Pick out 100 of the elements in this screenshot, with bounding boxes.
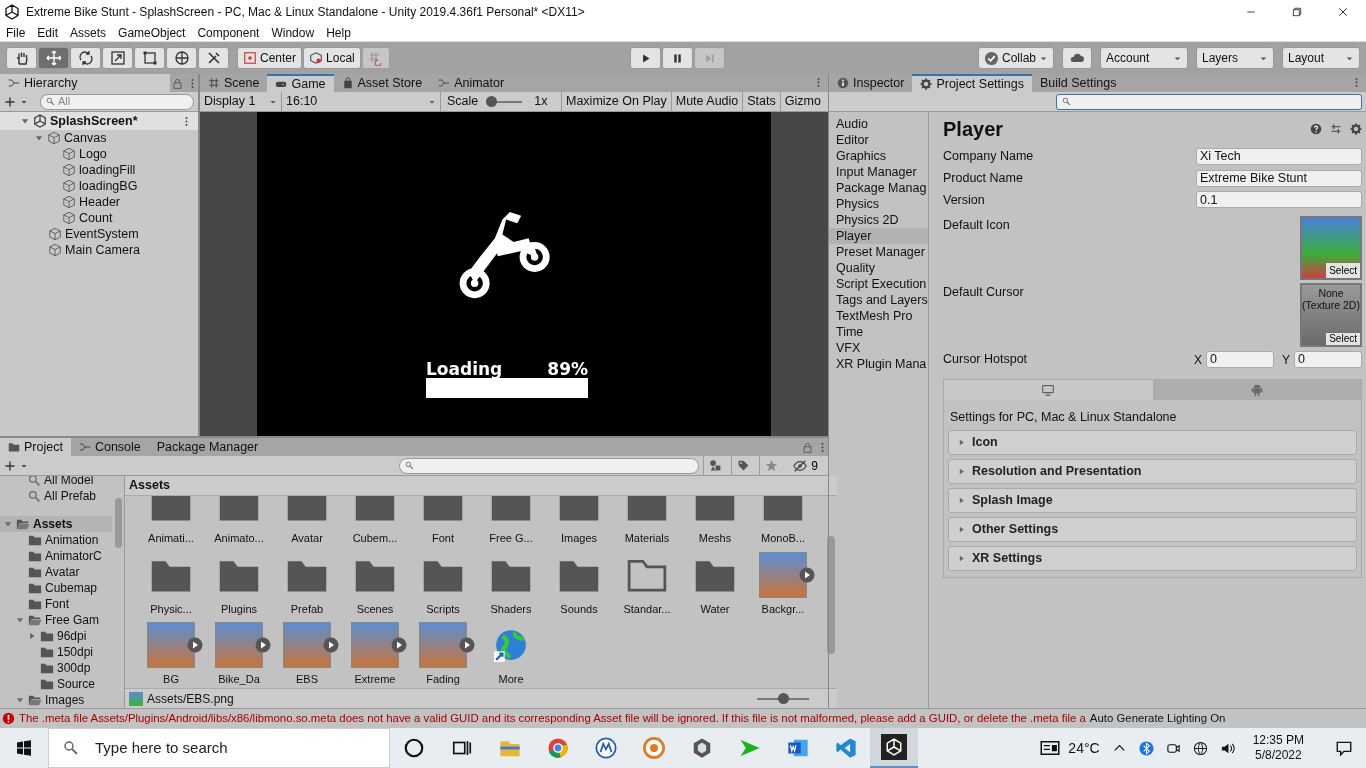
expanded-arrow-icon[interactable] [15,615,25,625]
help-icon[interactable] [1310,123,1322,135]
search-field[interactable] [1056,93,1362,110]
add-icon[interactable] [4,95,16,108]
transform-tool-button[interactable] [166,47,197,69]
settings-category[interactable]: Physics [829,196,928,212]
panel-tab[interactable]: Console [70,438,149,456]
add-icon[interactable] [4,459,16,472]
layers-dropdown[interactable]: Layers [1196,47,1274,69]
asset-name[interactable]: Animati... [148,530,194,547]
toggle-button[interactable]: Stats [743,91,781,112]
folder-item[interactable]: Cubemap [45,579,98,597]
play-icon[interactable] [187,637,203,654]
collapsed-arrow-icon[interactable] [27,631,37,641]
asset-name[interactable]: Physic... [150,600,192,618]
settings-category[interactable]: TextMesh Pro [829,308,928,324]
asset-name[interactable]: Sounds [560,600,598,618]
asset-name[interactable]: Prefab [290,600,324,618]
menu-item[interactable]: GameObject [112,23,192,42]
asset-name[interactable]: Standar... [623,600,671,618]
expanded-arrow-icon[interactable] [15,695,25,705]
asset-name[interactable]: Animato... [214,530,264,547]
play-icon[interactable] [323,637,339,654]
asset-name[interactable]: Scenes [356,600,394,618]
foldout-header[interactable]: Other Settings [948,516,1357,542]
asset-name[interactable]: Backgr... [761,600,805,618]
scale-tool-button[interactable] [102,47,133,69]
asset-name[interactable]: Materials [624,530,670,547]
asset-name[interactable]: Fading [426,671,460,688]
menu-item[interactable]: Assets [64,23,113,42]
speaker-icon[interactable] [1219,740,1235,756]
toggle-button[interactable]: Mute Audio [671,91,744,112]
menu-item[interactable]: Edit [31,23,65,42]
collab-dropdown[interactable]: Collab [977,47,1054,69]
rotate-tool-button[interactable] [70,47,101,69]
play-icon[interactable] [255,637,271,654]
hierarchy-tab[interactable]: Hierarchy [0,74,170,92]
menu-item[interactable]: Help [320,23,357,42]
asset-name[interactable]: More [498,671,524,688]
text-field[interactable]: Xi Tech [1196,147,1362,165]
hand-tool-button[interactable] [6,47,37,69]
asset-name[interactable]: Meshs [698,530,732,547]
folder-item[interactable]: Free Gam [45,611,99,629]
zoom-slider-thumb[interactable] [777,693,789,704]
cursor-slot[interactable]: None (Texture 2D) Select [1300,283,1362,348]
settings-category[interactable]: Quality [829,260,928,276]
settings-category[interactable]: Graphics [829,148,928,164]
select-button[interactable]: Select [1326,333,1360,346]
asset-name[interactable]: Water [700,600,730,618]
folder-item[interactable]: 96dpi [57,627,87,645]
account-dropdown[interactable]: Account [1100,47,1188,69]
asset-name[interactable]: Extreme [354,671,396,688]
folder-item[interactable]: Avatar [45,563,80,581]
saved-search-item[interactable]: All Model [44,476,94,489]
expanded-arrow-icon[interactable] [20,116,30,126]
custom-tool-button[interactable] [198,47,229,69]
toggle-button[interactable]: Maximize On Play [562,91,672,112]
asset-name[interactable]: EBS [296,671,318,688]
folder-item[interactable]: Images [45,691,85,708]
foldout-header[interactable]: Resolution and Presentation [948,458,1357,484]
text-field[interactable]: Extreme Bike Stunt [1196,169,1362,187]
asset-name[interactable]: Free G... [489,530,533,547]
asset-name[interactable]: Bike_Da [218,671,260,688]
asset-name[interactable]: Plugins [220,600,258,618]
menu-item[interactable]: Component [191,23,266,42]
icon-thumbnail[interactable]: Select [1300,216,1362,281]
asset-name[interactable]: Avatar [291,530,323,547]
play-icon[interactable] [391,637,407,654]
foldout-header[interactable]: Icon [948,429,1357,455]
expanded-arrow-icon[interactable] [3,519,13,529]
console-message[interactable]: The .meta file Assets/Plugins/Android/libs/x86/libmono.so.meta does not have a valid GUID and its corresponding Asset file will be ignored. If this file is not malformed, please add a GUID, or delete the .meta file a [19,709,1086,728]
rect-tool-button[interactable] [134,47,165,69]
settings-category[interactable]: Package Manag [829,180,928,196]
asset-name[interactable]: Scripts [426,600,460,618]
select-button[interactable]: Select [1326,263,1360,279]
asset-name[interactable]: Font [432,530,454,547]
layout-dropdown[interactable]: Layout [1282,47,1360,69]
settings-icon[interactable] [1350,123,1362,135]
move-tool-button[interactable] [38,47,69,69]
weather-text[interactable]: 24°C [1068,737,1100,759]
settings-category[interactable]: VFX [829,340,928,356]
toggle-button[interactable]: Gizmo [780,91,825,112]
slider-thumb[interactable] [486,96,498,107]
number-field[interactable]: 0 [1294,351,1362,369]
asset-name[interactable]: Shaders [490,600,532,618]
folder-item[interactable]: 300dp [57,659,91,677]
expanded-arrow-icon[interactable] [34,133,44,143]
hidden-packages-toggle[interactable]: 9 [787,455,824,476]
panel-tab[interactable]: Project Settings [912,74,1032,92]
bluetooth-icon[interactable] [1138,740,1154,756]
panel-tab[interactable]: Inspector [829,74,913,92]
center-pivot-button[interactable]: Center [237,47,303,69]
display-dropdown[interactable]: Display 1 [200,91,282,112]
folder-item[interactable]: 150dpi [57,643,94,661]
panel-tab[interactable]: Animator [430,74,513,92]
settings-category[interactable]: Audio [829,116,928,132]
folder-item[interactable]: AnimatorC [45,547,102,565]
text-field[interactable]: 0.1 [1196,191,1362,209]
taskbar-search-field[interactable]: Type here to search [48,728,390,768]
news-icon[interactable] [1040,738,1061,758]
